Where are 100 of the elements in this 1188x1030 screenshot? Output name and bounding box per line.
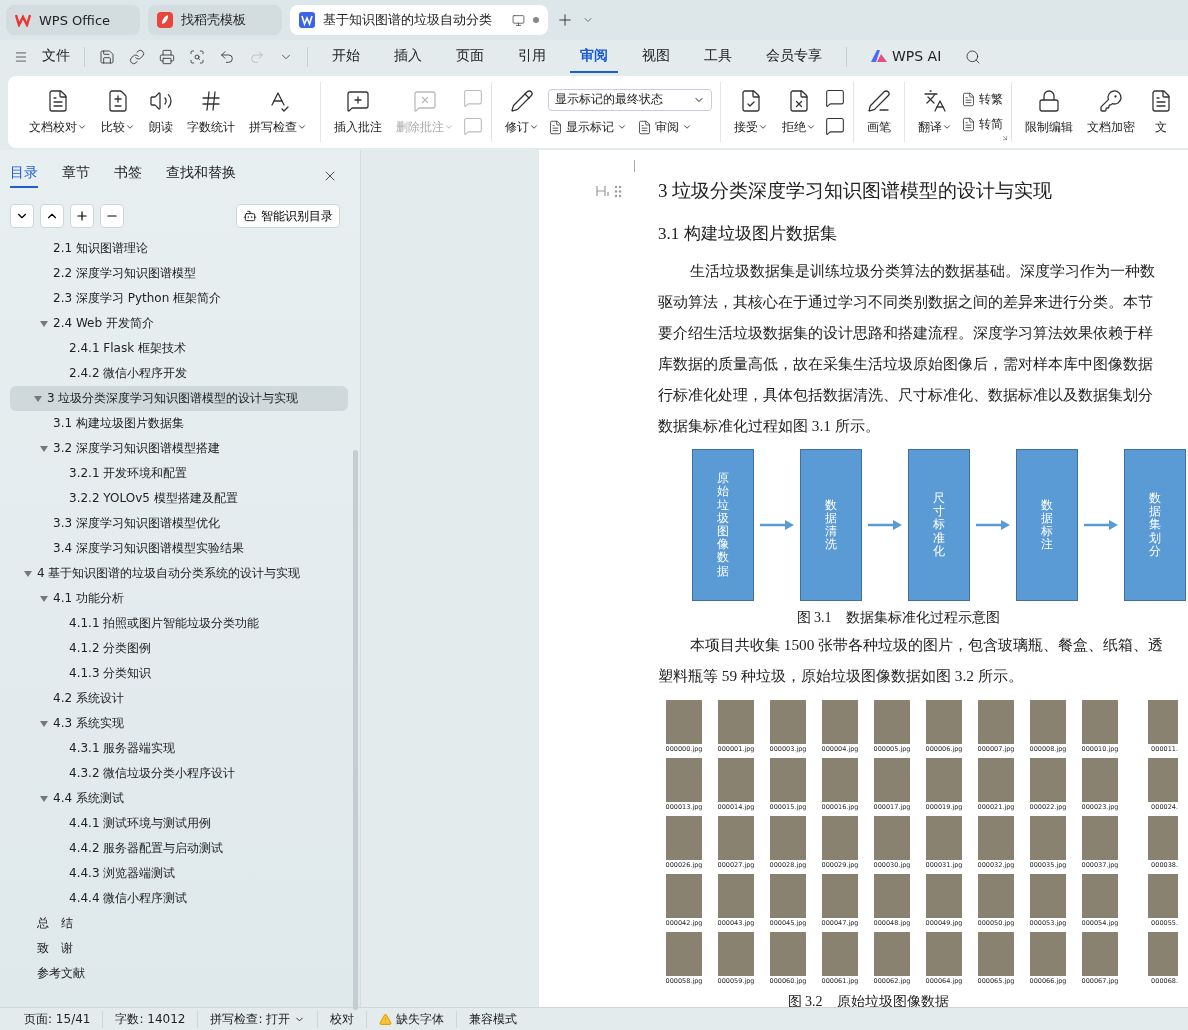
expand-triangle-icon[interactable] xyxy=(40,319,48,328)
ribbon-tab[interactable]: 页面 xyxy=(446,41,494,73)
toc-item[interactable]: 2.3 深度学习 Python 框架简介 xyxy=(0,286,350,311)
toc-item[interactable]: 2.4.2 微信小程序开发 xyxy=(0,361,350,386)
ribbon-tab[interactable]: 工具 xyxy=(694,41,742,73)
document-accept-icon xyxy=(739,88,763,113)
ribbon-button[interactable]: 插入批注 xyxy=(329,86,387,138)
toc-item[interactable]: 4.1.2 分类图例 xyxy=(0,636,350,661)
ribbon-button[interactable]: 拒绝 xyxy=(777,86,821,138)
sidebar-tab[interactable]: 查找和替换 xyxy=(166,164,236,188)
expand-triangle-icon[interactable] xyxy=(34,394,42,403)
document-icon xyxy=(637,119,652,135)
toc-item[interactable]: 4.2 系统设计 xyxy=(0,686,350,711)
ribbon-button[interactable]: 翻译 xyxy=(913,86,957,138)
toc-item[interactable]: 2.4 Web 开发简介 xyxy=(0,311,350,336)
markup-dropdown[interactable]: 显示标记的最终状态 xyxy=(548,88,712,111)
toc-item[interactable]: 4.1.3 分类知识 xyxy=(0,661,350,686)
ribbon-tab[interactable]: 开始 xyxy=(322,41,370,73)
toc-item[interactable]: 2.2 深度学习知识图谱模型 xyxy=(0,261,350,286)
ribbon-button[interactable]: 文 xyxy=(1144,86,1178,138)
ribbon-button[interactable]: 字数统计 xyxy=(182,86,240,138)
ribbon-button[interactable]: 接受 xyxy=(729,86,773,138)
robot-icon xyxy=(243,209,257,223)
ribbon-tab[interactable]: 插入 xyxy=(384,41,432,73)
ribbon-button[interactable]: 比较 xyxy=(96,86,140,138)
toc-item[interactable]: 3.2 深度学习知识图谱模型搭建 xyxy=(0,436,350,461)
ribbon-tab[interactable]: 视图 xyxy=(632,41,680,73)
sidebar-tab[interactable]: 目录 xyxy=(10,164,38,188)
window-tab[interactable]: WPS Office xyxy=(6,5,140,35)
expand-triangle-icon[interactable] xyxy=(24,569,32,578)
ribbon-button[interactable]: 限制编辑 xyxy=(1020,86,1078,138)
ribbon-tab[interactable]: 引用 xyxy=(508,41,556,73)
expand-triangle-icon[interactable] xyxy=(40,444,48,453)
toc-item[interactable]: 4 基于知识图谱的垃圾自动分类系统的设计与实现 xyxy=(0,561,350,586)
ribbon-button[interactable]: 修订 xyxy=(500,86,544,138)
expand-triangle-icon[interactable] xyxy=(40,794,48,803)
toc-item[interactable]: 总 结 xyxy=(0,911,350,936)
toc-item[interactable]: 4.1 功能分析 xyxy=(0,586,350,611)
toc-item[interactable]: 4.4.4 微信小程序测试 xyxy=(0,886,350,911)
photo-placeholder xyxy=(926,816,962,860)
toc-item[interactable]: 3.3 深度学习知识图谱模型优化 xyxy=(0,511,350,536)
ribbon-button[interactable]: 转简 xyxy=(961,116,1003,133)
ribbon-button[interactable]: 审阅 xyxy=(637,118,692,136)
drag-handle-icon[interactable] xyxy=(614,184,622,198)
toc-item[interactable]: 4.4.1 测试环境与测试用例 xyxy=(0,811,350,836)
add-button[interactable] xyxy=(70,204,94,228)
toc-item[interactable]: 4.4.3 浏览器端测试 xyxy=(0,861,350,886)
toc-item[interactable]: 3.2.1 开发环境和配置 xyxy=(0,461,350,486)
toc-item[interactable]: 4.1.1 拍照或图片智能垃圾分类功能 xyxy=(0,611,350,636)
photo-placeholder xyxy=(1082,700,1118,744)
photo-placeholder xyxy=(874,700,910,744)
photo-placeholder xyxy=(666,874,702,918)
toc-item[interactable]: 致 谢 xyxy=(0,936,350,961)
body-text: 塑料瓶等 59 种垃圾，原始垃圾图像数据如图 3.2 所示。 xyxy=(658,666,1024,686)
status-item[interactable]: 校对 xyxy=(318,1010,368,1028)
ribbon-button[interactable]: 转繁 xyxy=(961,91,1003,108)
window-tab[interactable]: 基于知识图谱的垃圾自动分类 xyxy=(290,5,548,35)
photo-placeholder xyxy=(978,758,1014,802)
photo-placeholder xyxy=(978,816,1014,860)
ribbon-tab[interactable]: 审阅 xyxy=(570,41,618,73)
sidebar-tab[interactable]: 书签 xyxy=(114,164,142,188)
ribbon-button[interactable]: 显示标记 xyxy=(548,118,627,136)
redo-icon xyxy=(249,49,265,65)
caret-icon xyxy=(617,122,627,132)
window-tab[interactable]: 找稻壳模板 xyxy=(148,5,282,35)
toc-item[interactable]: 2.4.1 Flask 框架技术 xyxy=(0,336,350,361)
body-text: 数据集标准化过程如图 3.1 所示。 xyxy=(658,416,881,436)
scrollbar[interactable] xyxy=(353,450,358,1010)
toc-item[interactable]: 4.4 系统测试 xyxy=(0,786,350,811)
ribbon-tab[interactable]: 会员专享 xyxy=(756,41,832,73)
photo-placeholder xyxy=(978,932,1014,976)
status-item[interactable]: 缺失字体 xyxy=(367,1010,458,1028)
smart-toc-button[interactable]: 智能识别目录 xyxy=(236,204,340,228)
toc-item[interactable]: 3.4 深度学习知识图谱模型实验结果 xyxy=(0,536,350,561)
toc-item[interactable]: 4.3 系统实现 xyxy=(0,711,350,736)
toc-item[interactable]: 2.1 知识图谱理论 xyxy=(0,236,350,261)
expand-triangle-icon[interactable] xyxy=(40,719,48,728)
toc-item[interactable]: 参考文献 xyxy=(0,961,350,986)
collapse-button[interactable] xyxy=(10,204,34,228)
ribbon-button[interactable]: 画笔 xyxy=(862,86,896,138)
toc-item[interactable]: 4.3.2 微信垃圾分类小程序设计 xyxy=(0,761,350,786)
expand-button[interactable] xyxy=(40,204,64,228)
ribbon-button[interactable]: 拼写检查 xyxy=(244,86,312,138)
status-item: 页面: 15/41 xyxy=(12,1010,104,1028)
toc-item[interactable]: 3.2.2 YOLOv5 模型搭建及配置 xyxy=(0,486,350,511)
toc-item[interactable]: 4.4.2 服务器配置与启动测试 xyxy=(0,836,350,861)
remove-button[interactable] xyxy=(100,204,124,228)
file-menu[interactable]: 文件 xyxy=(42,41,70,73)
ribbon-button[interactable]: 朗读 xyxy=(144,86,178,138)
ribbon-button[interactable]: 文档加密 xyxy=(1082,86,1140,138)
toc-item[interactable]: 3.1 构建垃圾图片数据集 xyxy=(0,411,350,436)
status-dropdown[interactable]: 拼写检查: 打开 xyxy=(198,1010,319,1028)
photo-placeholder xyxy=(1082,874,1118,918)
sidebar-tab[interactable]: 章节 xyxy=(62,164,90,188)
toc-item[interactable]: 3 垃圾分类深度学习知识图谱模型的设计与实现 xyxy=(10,386,348,411)
ribbon-button[interactable]: 文档校对 xyxy=(24,86,92,138)
ai-button[interactable]: WPS AI xyxy=(861,42,952,72)
expand-triangle-icon[interactable] xyxy=(40,594,48,603)
toc-item[interactable]: 4.3.1 服务器端实现 xyxy=(0,736,350,761)
photo-placeholder xyxy=(978,700,1014,744)
